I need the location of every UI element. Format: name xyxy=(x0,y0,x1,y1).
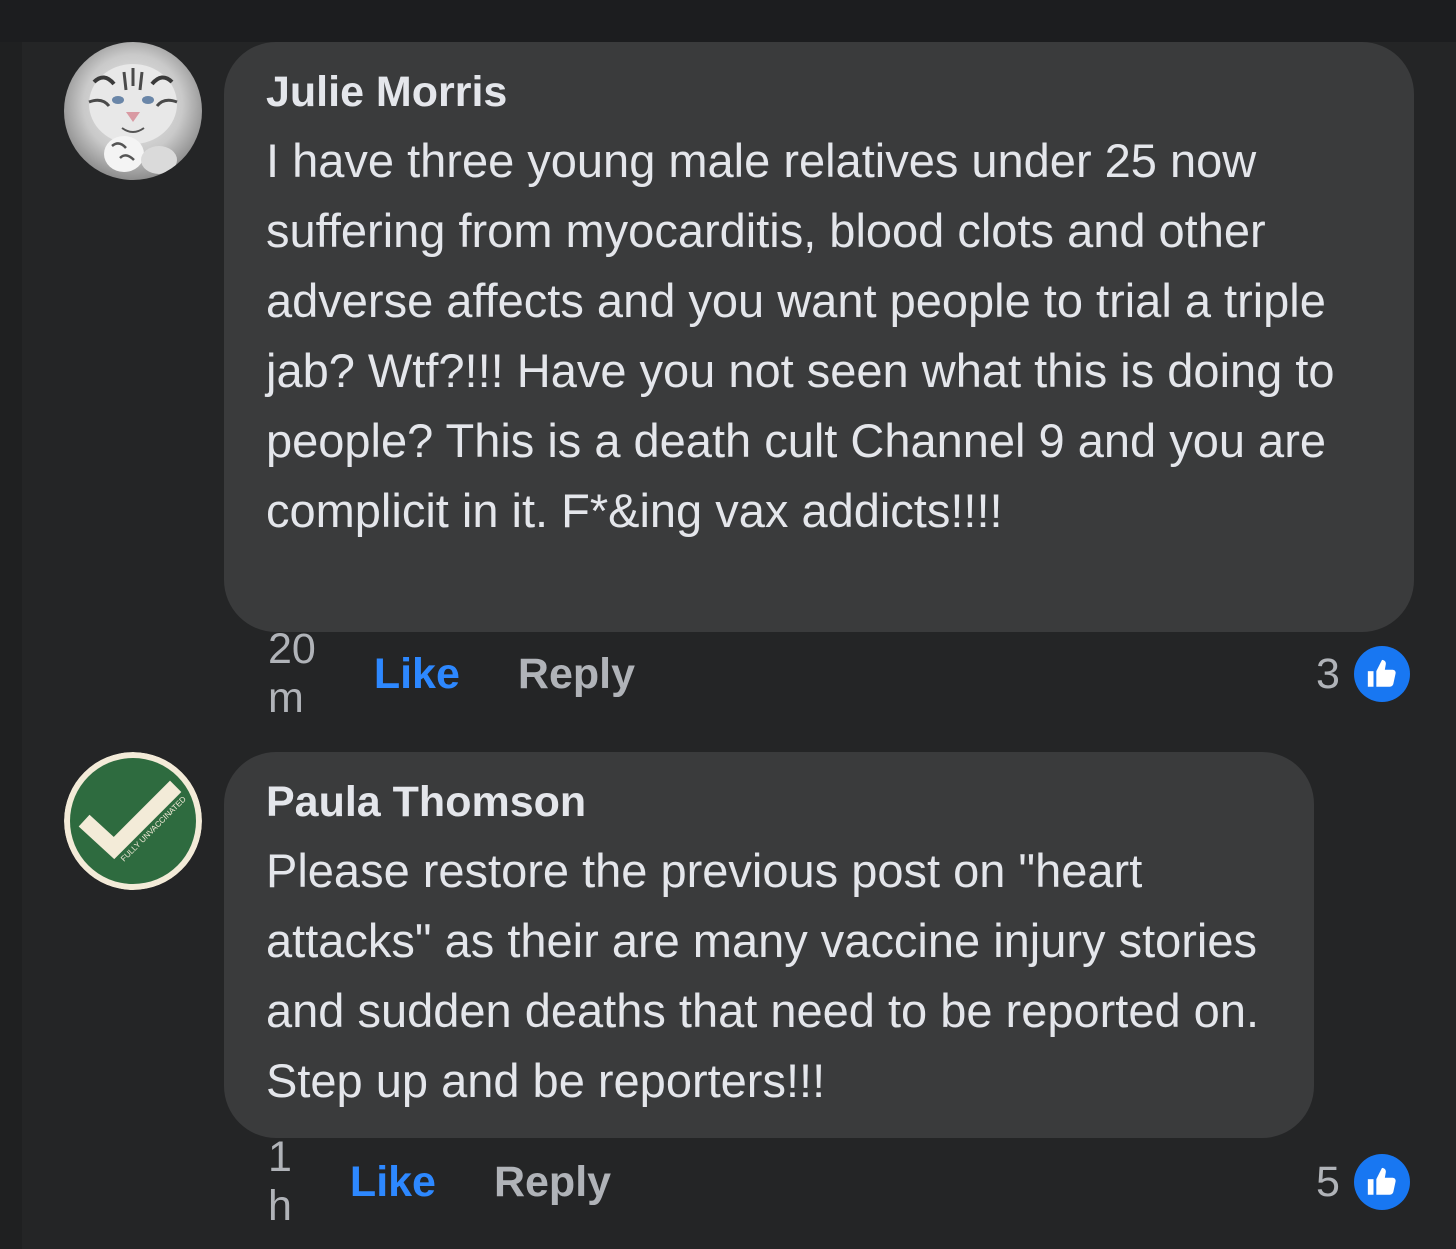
comment-author[interactable]: Paula Thomson xyxy=(266,776,1274,828)
comment-bubble: Paula Thomson Please restore the previou… xyxy=(224,752,1314,1138)
reaction-summary[interactable]: 5 xyxy=(1316,1152,1410,1212)
comment-bubble: Julie Morris I have three young male rel… xyxy=(224,42,1414,632)
checkmark-badge-icon: FULLY UNVACCINATED xyxy=(64,752,202,890)
comment-actions: 20 m Like Reply xyxy=(268,625,635,722)
comment-text: Please restore the previous post on "hea… xyxy=(266,844,1260,1107)
reaction-summary[interactable]: 3 xyxy=(1316,644,1410,704)
reaction-count: 3 xyxy=(1316,649,1340,698)
thumbs-up-icon xyxy=(1353,1154,1410,1210)
comment-text: I have three young male relatives under … xyxy=(266,134,1335,537)
comment-timestamp[interactable]: 20 m xyxy=(268,625,316,723)
reaction-count: 5 xyxy=(1316,1157,1340,1206)
top-edge xyxy=(0,0,1456,42)
left-edge xyxy=(0,42,22,1249)
reply-button[interactable]: Reply xyxy=(518,650,635,699)
comment-author[interactable]: Julie Morris xyxy=(266,66,1374,118)
avatar[interactable] xyxy=(64,42,202,180)
reply-button[interactable]: Reply xyxy=(494,1158,611,1207)
white-tiger-photo-icon xyxy=(64,42,202,180)
avatar[interactable]: FULLY UNVACCINATED xyxy=(64,752,202,890)
like-button[interactable]: Like xyxy=(374,650,460,699)
like-button[interactable]: Like xyxy=(350,1158,436,1207)
comment-actions: 1 h Like Reply xyxy=(268,1133,611,1230)
comment-timestamp[interactable]: 1 h xyxy=(268,1133,292,1231)
thumbs-up-icon xyxy=(1353,646,1410,702)
